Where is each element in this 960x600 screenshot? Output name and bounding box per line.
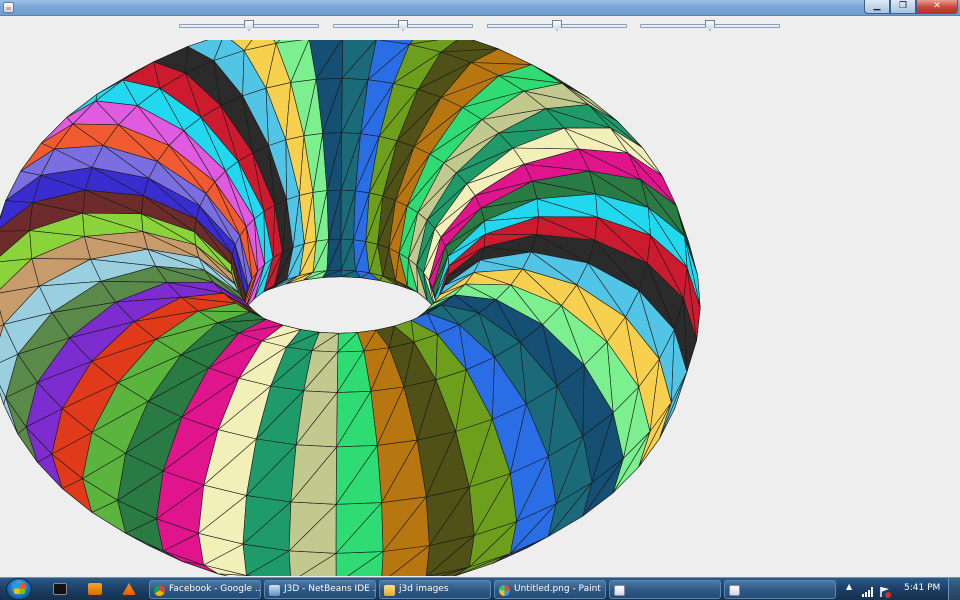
tray-expand-icon[interactable]: ▲ bbox=[846, 582, 852, 591]
windows-logo-icon bbox=[14, 583, 25, 594]
cmd-icon[interactable] bbox=[53, 583, 67, 595]
slider-thumb[interactable] bbox=[705, 20, 715, 31]
java-cup-icon[interactable]: ☕ bbox=[3, 2, 14, 13]
task-java-app-1[interactable] bbox=[609, 580, 721, 599]
task-java-app-2[interactable] bbox=[724, 580, 836, 599]
torus-render[interactable] bbox=[0, 40, 960, 576]
maximize-button[interactable]: ❐ bbox=[890, 0, 916, 14]
task-label: j3d images bbox=[399, 584, 449, 594]
close-button[interactable]: ✕ bbox=[916, 0, 958, 14]
system-clock[interactable]: 5:41 PM bbox=[904, 583, 940, 593]
show-desktop-button[interactable] bbox=[948, 578, 960, 600]
network-signal-icon[interactable] bbox=[861, 583, 873, 597]
title-bar: ☕ ▁ ❐ ✕ bbox=[0, 0, 960, 16]
rotation-slider-3[interactable] bbox=[487, 20, 627, 32]
vlc-icon[interactable] bbox=[122, 583, 136, 595]
task-label: Untitled.png - Paint bbox=[514, 584, 601, 594]
window-controls: ▁ ❐ ✕ bbox=[864, 0, 958, 14]
action-center-icon[interactable] bbox=[879, 583, 891, 598]
media-player-icon[interactable] bbox=[88, 583, 102, 595]
java-icon bbox=[729, 585, 740, 596]
task-netbeans[interactable]: J3D - NetBeans IDE ... bbox=[264, 580, 376, 599]
task-facebook-chrome[interactable]: Facebook - Google ... bbox=[149, 580, 261, 599]
chrome-icon bbox=[154, 585, 165, 596]
slider-thumb[interactable] bbox=[398, 20, 408, 31]
task-label: J3D - NetBeans IDE ... bbox=[284, 584, 376, 594]
rotation-slider-4[interactable] bbox=[640, 20, 780, 32]
j3d-canvas[interactable] bbox=[0, 40, 960, 576]
taskbar: Facebook - Google ... J3D - NetBeans IDE… bbox=[0, 577, 960, 600]
rotation-slider-2[interactable] bbox=[333, 20, 473, 32]
slider-thumb[interactable] bbox=[244, 20, 254, 31]
minimize-button[interactable]: ▁ bbox=[864, 0, 890, 14]
paint-icon bbox=[499, 585, 510, 596]
java-icon bbox=[614, 585, 625, 596]
netbeans-icon bbox=[269, 585, 280, 596]
slider-thumb[interactable] bbox=[552, 20, 562, 31]
rotation-slider-1[interactable] bbox=[179, 20, 319, 32]
start-button[interactable] bbox=[6, 578, 32, 600]
task-j3d-images[interactable]: j3d images bbox=[379, 580, 491, 599]
task-paint[interactable]: Untitled.png - Paint bbox=[494, 580, 606, 599]
folder-icon bbox=[384, 585, 395, 596]
task-label: Facebook - Google ... bbox=[169, 584, 261, 594]
